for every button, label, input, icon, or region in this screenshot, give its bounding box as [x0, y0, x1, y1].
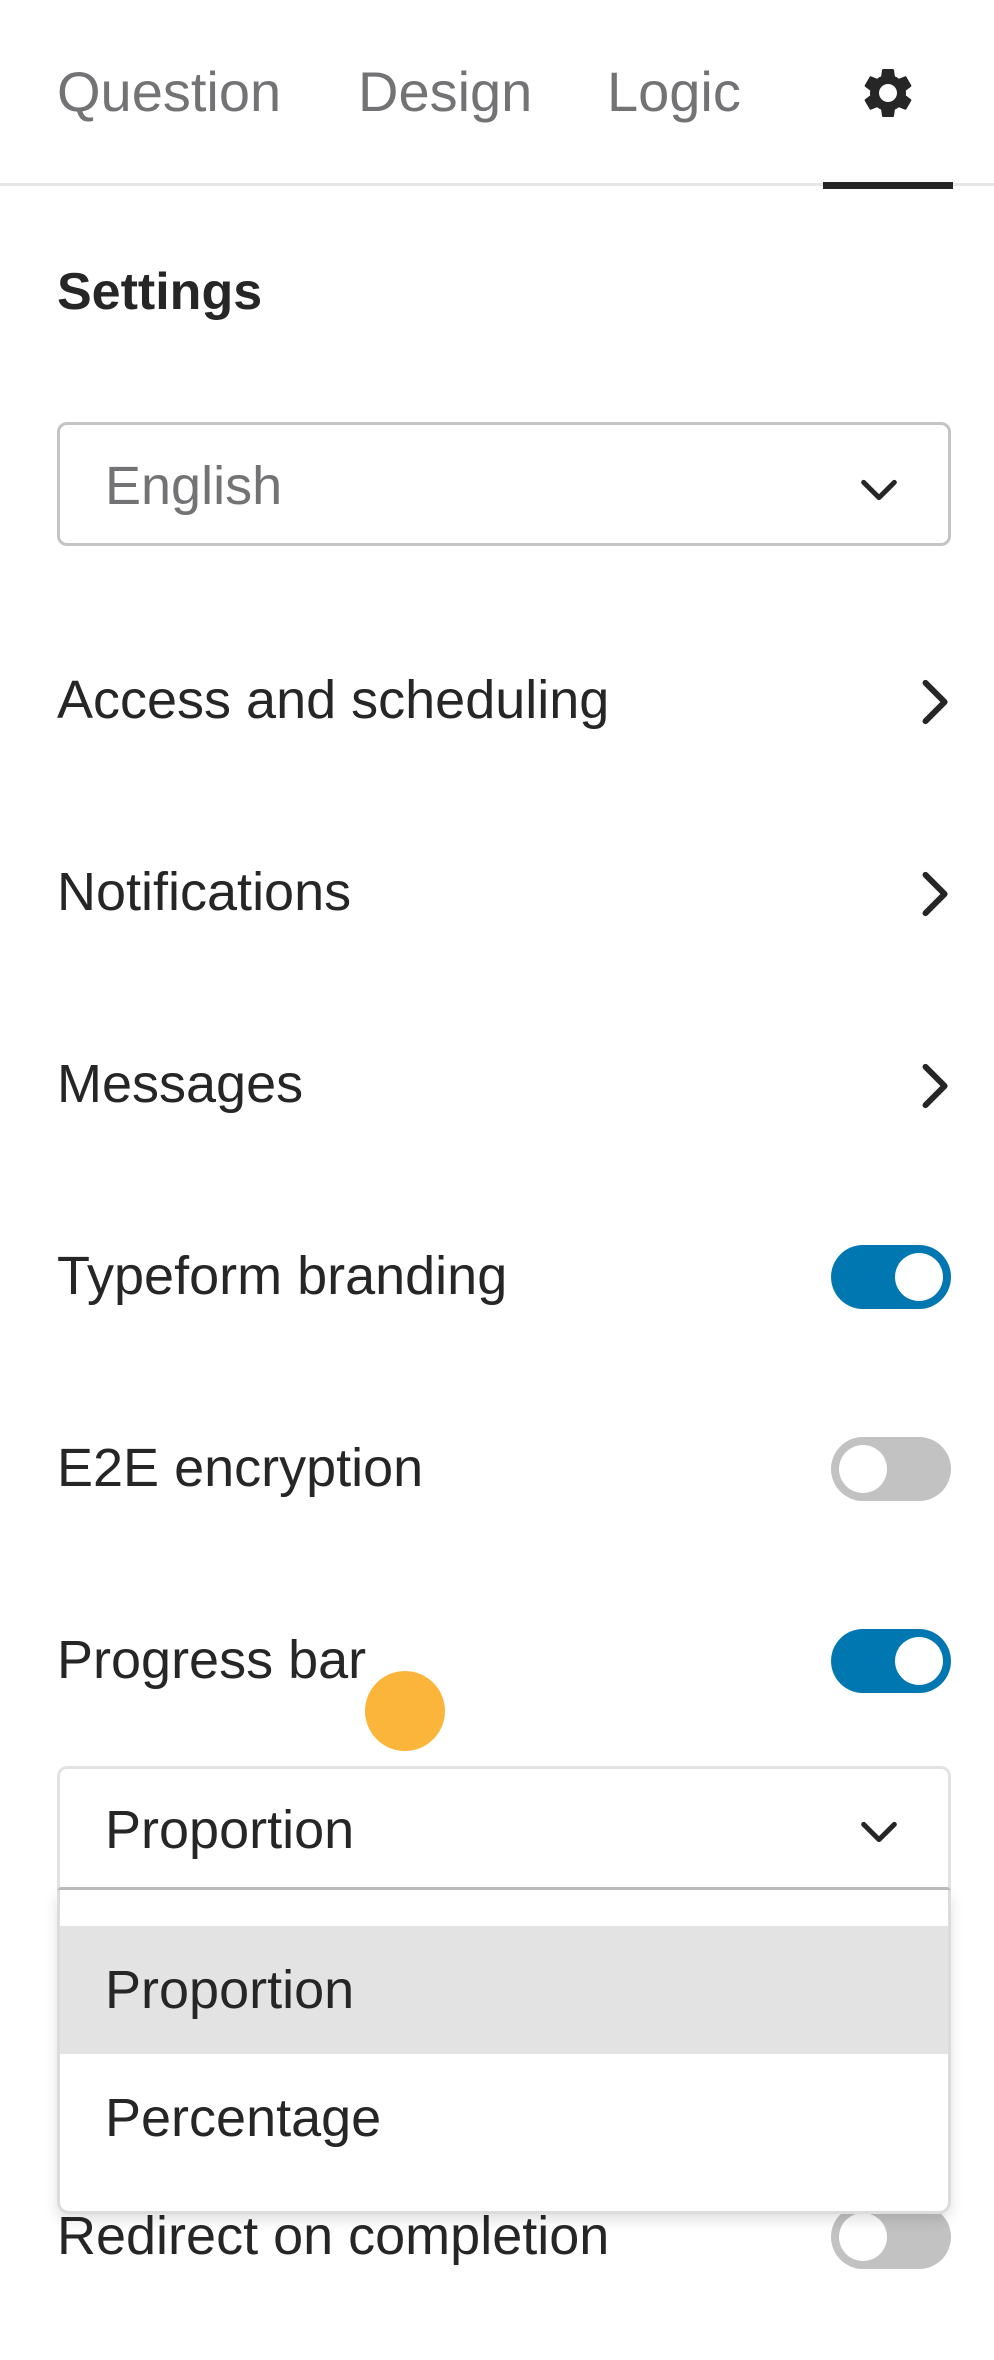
typeform-branding-row: Typeform branding: [57, 1232, 951, 1322]
active-tab-indicator: [823, 182, 953, 189]
option-label: Proportion: [105, 1960, 355, 2020]
notifications-row[interactable]: Notifications: [57, 848, 951, 938]
e2e-encryption-row: E2E encryption: [57, 1424, 951, 1514]
chevron-right-icon: [922, 871, 948, 917]
row-label: Messages: [57, 1054, 304, 1114]
chevron-right-icon: [922, 679, 948, 725]
progress-bar-type-value: Proportion: [105, 1800, 355, 1860]
progress-bar-type-select[interactable]: Proportion: [57, 1766, 951, 1890]
toggle-knob: [839, 1445, 887, 1493]
e2e-encryption-toggle[interactable]: [831, 1437, 951, 1501]
tab-logic[interactable]: Logic: [607, 60, 741, 124]
tab-question[interactable]: Question: [57, 60, 281, 124]
chevron-down-icon: [861, 479, 897, 501]
progress-bar-row: Progress bar: [57, 1616, 951, 1706]
gear-icon: [864, 68, 912, 117]
access-and-scheduling-row[interactable]: Access and scheduling: [57, 656, 951, 746]
progress-bar-toggle[interactable]: [831, 1629, 951, 1693]
progress-bar-type-dropdown: Proportion Percentage: [57, 1890, 951, 2214]
chevron-down-icon: [861, 1821, 897, 1843]
row-label: Typeform branding: [57, 1246, 508, 1306]
typeform-branding-toggle[interactable]: [831, 1245, 951, 1309]
row-label: Progress bar: [57, 1630, 367, 1690]
language-value: English: [105, 456, 283, 516]
tab-design[interactable]: Design: [358, 60, 532, 124]
settings-title: Settings: [57, 263, 263, 321]
toggle-knob: [895, 1637, 943, 1685]
toggle-knob: [839, 2213, 887, 2261]
row-label: Notifications: [57, 862, 352, 922]
option-label: Percentage: [105, 2088, 382, 2148]
row-label: Access and scheduling: [57, 670, 610, 730]
option-percentage[interactable]: Percentage: [60, 2054, 948, 2182]
toggle-knob: [895, 1253, 943, 1301]
tab-settings[interactable]: [823, 0, 953, 189]
option-proportion[interactable]: Proportion: [60, 1926, 948, 2054]
chevron-right-icon: [922, 1063, 948, 1109]
language-select[interactable]: English: [57, 422, 951, 546]
messages-row[interactable]: Messages: [57, 1040, 951, 1130]
row-label: E2E encryption: [57, 1438, 424, 1498]
tab-bar: Question Design Logic: [0, 0, 994, 189]
touch-indicator: [365, 1671, 445, 1751]
redirect-on-completion-toggle[interactable]: [831, 2205, 951, 2269]
